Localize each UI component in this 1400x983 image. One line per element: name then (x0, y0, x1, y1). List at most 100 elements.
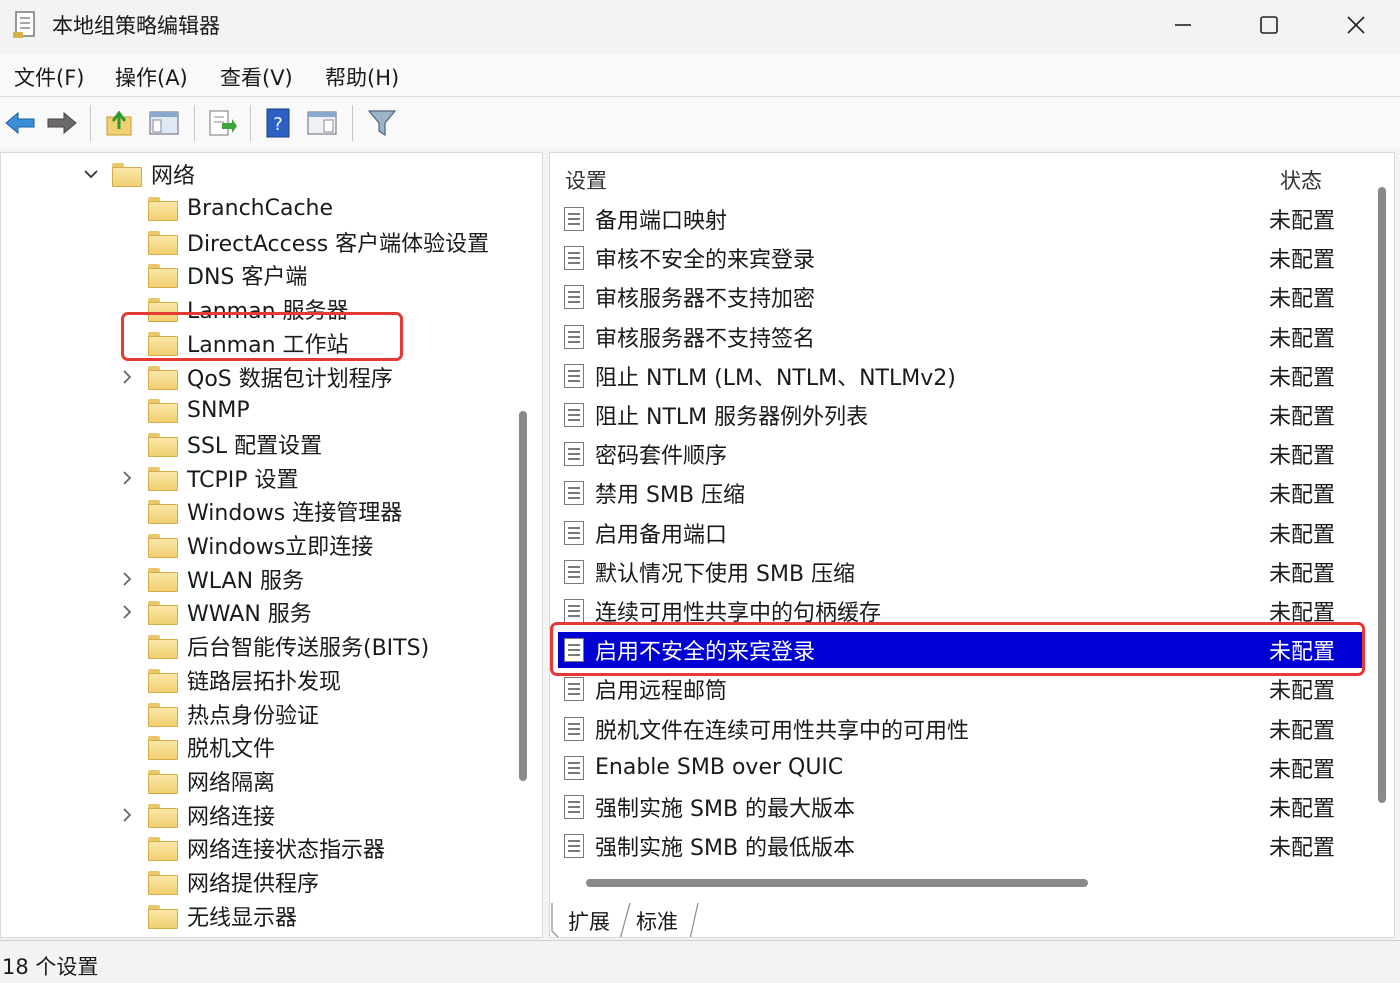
policy-setting-icon (564, 834, 584, 859)
policy-row[interactable]: 阻止 NTLM (LM、NTLM、NTLMv2) 未配置 (558, 358, 1364, 394)
policy-row[interactable]: 密码套件顺序 未配置 (558, 436, 1364, 472)
forward-button[interactable] (44, 105, 80, 141)
tree-item-label: 网络连接状态指示器 (187, 838, 386, 864)
tree-item[interactable]: 网络隔离 (1, 764, 511, 798)
policy-row[interactable]: 启用不安全的来宾登录 未配置 (558, 632, 1364, 669)
tree-item-label: 网络提供程序 (187, 872, 320, 897)
tree-item[interactable]: WWAN 服务 (1, 595, 511, 629)
policy-setting-icon (564, 442, 584, 467)
column-header-state[interactable]: 状态 (1280, 165, 1322, 195)
policy-row[interactable]: 启用备用端口 未配置 (558, 515, 1364, 551)
tree-item[interactable]: BranchCache (1, 191, 511, 225)
tree-item-label: Lanman 服务器 (187, 299, 349, 325)
tab-extended[interactable]: 扩展 (568, 903, 610, 937)
policy-state: 未配置 (1269, 405, 1336, 430)
folder-icon (148, 197, 178, 221)
policy-row[interactable]: 禁用 SMB 压缩 未配置 (558, 475, 1364, 511)
tree-item[interactable]: WLAN 服务 (1, 562, 511, 596)
policy-row[interactable]: Enable SMB over QUIC 未配置 (558, 750, 1364, 786)
chevron-right-icon[interactable] (119, 369, 135, 385)
show-hide-tree-button[interactable] (146, 105, 182, 141)
tree-item[interactable]: 无线显示器 (1, 899, 511, 933)
tree-item-network[interactable]: 网络 (1, 157, 511, 191)
tree-item[interactable]: 链路层拓扑发现 (1, 663, 511, 697)
list-vertical-scrollbar[interactable] (1378, 187, 1386, 803)
tree-item[interactable]: QoS 数据包计划程序 (1, 360, 511, 394)
policy-row[interactable]: 审核不安全的来宾登录 未配置 (558, 240, 1364, 276)
export-list-button[interactable] (204, 105, 240, 141)
chevron-right-icon[interactable] (119, 807, 135, 823)
policy-row[interactable]: 默认情况下使用 SMB 压缩 未配置 (558, 554, 1364, 590)
toolbar: ? (0, 96, 1400, 148)
close-button[interactable] (1313, 0, 1399, 50)
window-title: 本地组策略编辑器 (52, 14, 220, 38)
policy-state: 未配置 (1269, 365, 1336, 391)
policy-row[interactable]: 连续可用性共享中的句柄缓存 未配置 (558, 593, 1364, 629)
tree-item-label: SNMP (187, 397, 250, 423)
policy-setting-icon (564, 755, 584, 780)
up-one-level-button[interactable] (102, 105, 138, 141)
policy-row[interactable]: 审核服务器不支持签名 未配置 (558, 319, 1364, 355)
policy-row[interactable]: 审核服务器不支持加密 未配置 (558, 279, 1364, 315)
tab-standard[interactable]: 标准 (636, 903, 678, 937)
policy-name: 强制实施 SMB 的最大版本 (595, 797, 856, 822)
tree-item[interactable]: Lanman 服务器 (1, 292, 511, 326)
menu-action[interactable]: 操作(A) (113, 60, 190, 94)
policy-row[interactable]: 阻止 NTLM 服务器例外列表 未配置 (558, 397, 1364, 433)
tree-item[interactable]: DirectAccess 客户端体验设置 (1, 225, 511, 259)
menu-bar: 文件(F) 操作(A) 查看(V) 帮助(H) (0, 54, 1400, 96)
tree-item[interactable]: 网络连接 (1, 798, 511, 832)
policy-state: 未配置 (1269, 757, 1336, 783)
policy-row[interactable]: 启用远程邮筒 未配置 (558, 671, 1364, 707)
tree-scrollbar[interactable] (519, 411, 527, 781)
close-icon (1347, 16, 1365, 34)
tree-item[interactable]: Windows立即连接 (1, 528, 511, 562)
policy-setting-icon (564, 403, 584, 427)
title-bar: 本地组策略编辑器 (0, 0, 1400, 52)
tree-item[interactable]: 网络提供程序 (1, 865, 511, 899)
help-button[interactable]: ? (260, 105, 296, 141)
status-bar: 18 个设置 (0, 940, 1400, 983)
back-button[interactable] (2, 105, 38, 141)
tree-item[interactable]: TCPIP 设置 (1, 461, 511, 495)
menu-help[interactable]: 帮助(H) (323, 60, 401, 94)
tree-item[interactable]: Windows 连接管理器 (1, 494, 511, 528)
tree-item-label: BranchCache (187, 195, 334, 221)
chevron-right-icon[interactable] (119, 470, 135, 486)
policy-setting-icon (564, 481, 584, 506)
tree-item[interactable]: SNMP (1, 393, 511, 427)
minimize-button[interactable] (1140, 0, 1226, 50)
list-horizontal-scrollbar[interactable] (586, 879, 1088, 887)
tree-item[interactable]: 后台智能传送服务(BITS) (1, 629, 511, 663)
tree-item-label: 热点身份验证 (187, 703, 320, 729)
folder-icon (148, 736, 178, 761)
tree-item[interactable]: Lanman 工作站 (1, 326, 511, 360)
policy-name: 审核不安全的来宾登录 (595, 248, 816, 274)
policy-row[interactable]: 脱机文件在连续可用性共享中的可用性 未配置 (558, 711, 1364, 747)
policy-name: 禁用 SMB 压缩 (595, 483, 746, 509)
menu-view[interactable]: 查看(V) (218, 60, 295, 94)
chevron-right-icon[interactable] (119, 604, 135, 620)
filter-button[interactable] (364, 105, 400, 141)
tree-item[interactable]: 热点身份验证 (1, 697, 511, 731)
tree-item[interactable]: SSL 配置设置 (1, 427, 511, 461)
policy-state: 未配置 (1269, 444, 1336, 470)
policy-state: 未配置 (1269, 601, 1336, 626)
properties-view-button[interactable] (304, 105, 340, 141)
maximize-button[interactable] (1226, 0, 1312, 50)
chevron-down-icon[interactable] (83, 166, 99, 182)
toolbar-separator (90, 105, 91, 141)
policy-name: Enable SMB over QUIC (595, 755, 844, 781)
policy-row[interactable]: 备用端口映射 未配置 (558, 201, 1364, 237)
tree-item[interactable]: 脱机文件 (1, 730, 511, 764)
chevron-right-icon[interactable] (119, 571, 135, 587)
up-folder-icon (106, 110, 132, 136)
column-header-setting[interactable]: 设置 (565, 165, 607, 195)
policy-row[interactable]: 强制实施 SMB 的最低版本 未配置 (558, 828, 1364, 864)
policy-row[interactable]: 强制实施 SMB 的最大版本 未配置 (558, 789, 1364, 825)
tree-item[interactable]: DNS 客户端 (1, 258, 511, 292)
policy-state: 未配置 (1269, 209, 1336, 234)
menu-file[interactable]: 文件(F) (12, 60, 86, 94)
tree-item[interactable]: 网络连接状态指示器 (1, 831, 511, 865)
policy-setting-icon (564, 207, 584, 231)
